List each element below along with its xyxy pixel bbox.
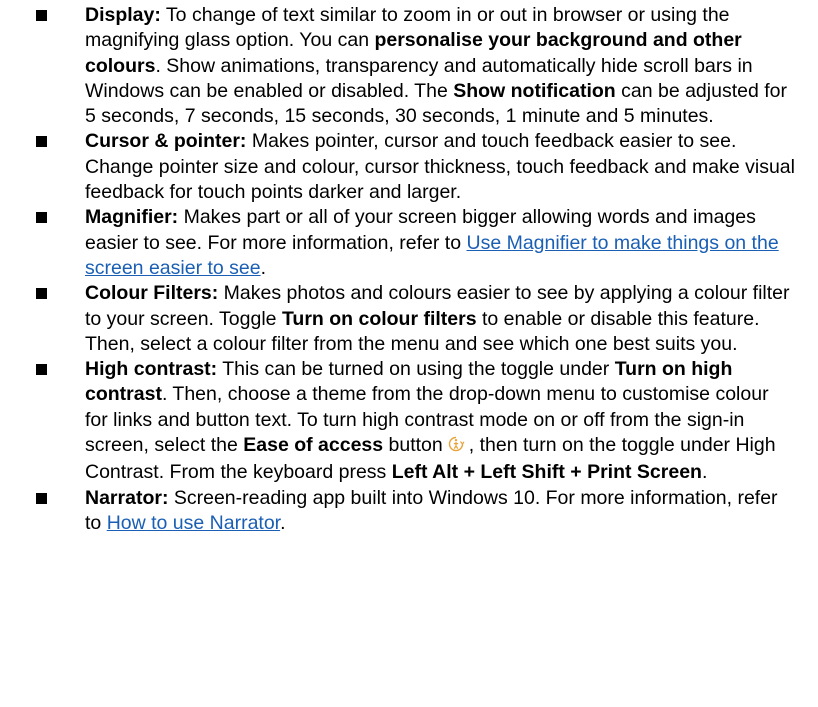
item-text: . [260, 256, 267, 279]
square-bullet-icon [36, 364, 47, 376]
item-title: Cursor & pointer: [85, 130, 247, 153]
list-item-display: Display: To change of text similar to zo… [0, 3, 818, 129]
feature-list: Display: To change of text similar to zo… [0, 0, 818, 536]
square-bullet-icon [36, 288, 47, 300]
square-bullet-icon [36, 212, 47, 224]
item-title: Magnifier: [85, 206, 179, 229]
square-bullet-icon [36, 10, 47, 21]
item-text: This can be turned on using the toggle u… [217, 358, 615, 381]
item-emphasis: Ease of access [243, 434, 384, 457]
list-item-cursor: Cursor & pointer: Makes pointer, cursor … [0, 129, 818, 205]
item-emphasis: Turn on colour filters [281, 307, 477, 330]
item-emphasis: Left Alt + Left Shift + Print Screen [391, 461, 702, 484]
list-item-colour-filters: Colour Filters: Makes photos and colours… [0, 281, 818, 357]
list-item-magnifier: Magnifier: Makes part or all of your scr… [0, 205, 818, 281]
list-item-high-contrast: High contrast: This can be turned on usi… [0, 357, 818, 485]
narrator-help-link[interactable]: How to use Narrator [107, 512, 280, 534]
square-bullet-icon [36, 136, 47, 148]
square-bullet-icon [36, 492, 47, 504]
item-title: Display: [85, 4, 161, 26]
ease-of-access-icon [447, 435, 465, 460]
list-item-narrator: Narrator: Screen-reading app built into … [0, 486, 818, 537]
item-emphasis: Show notification [453, 79, 616, 102]
item-title: High contrast: [85, 358, 218, 381]
item-text: . [701, 461, 708, 484]
item-title: Narrator: [85, 486, 169, 509]
item-title: Colour Filters: [85, 282, 219, 305]
item-text: . [280, 511, 286, 534]
item-text: button [383, 434, 443, 457]
